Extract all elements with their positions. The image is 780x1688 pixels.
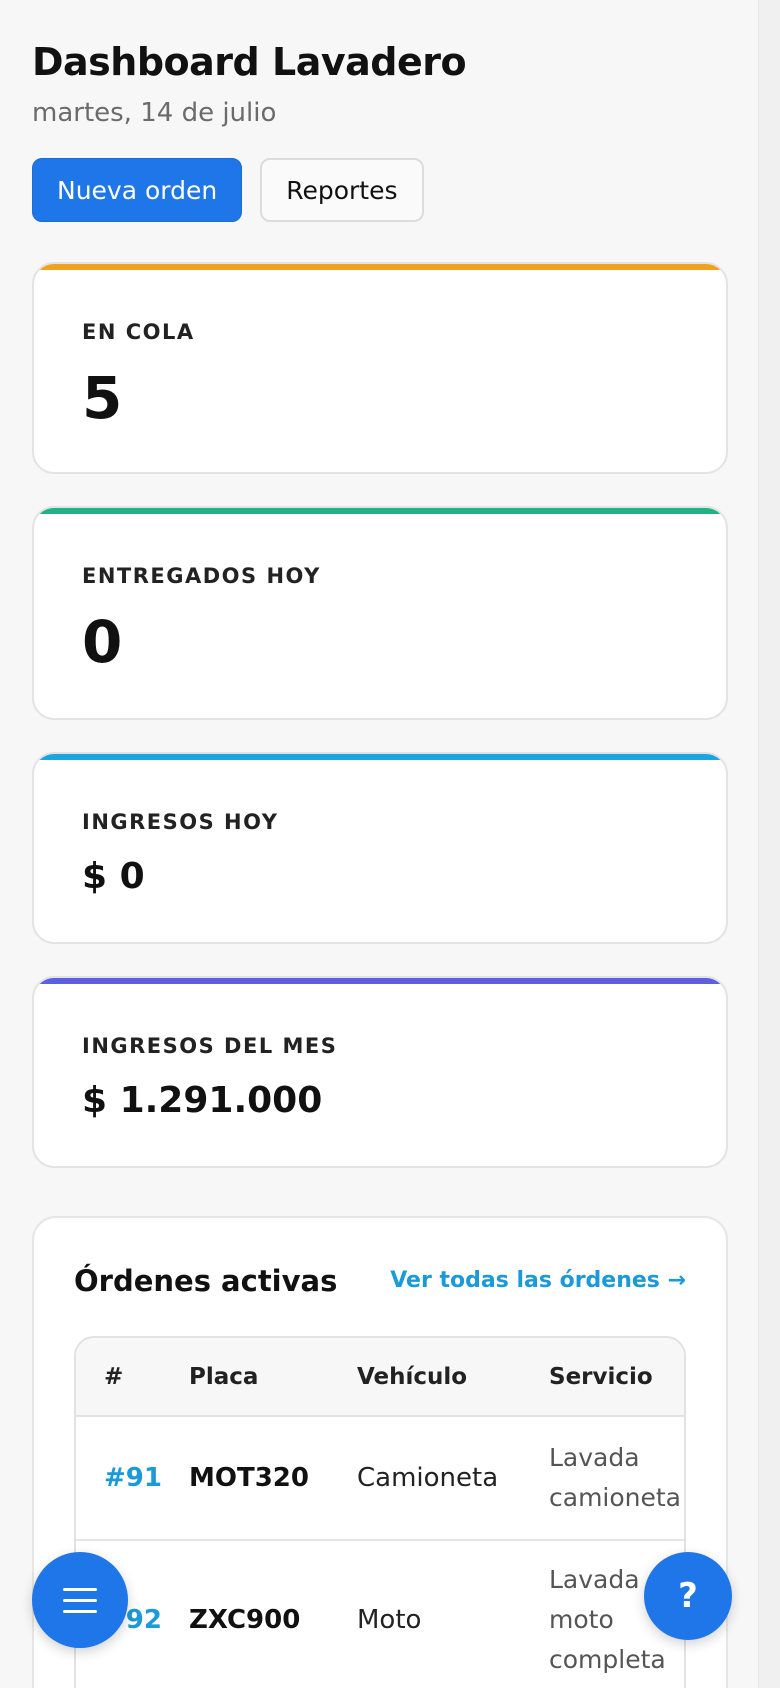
stat-value: 5 <box>82 364 123 432</box>
stat-card-entregados-hoy: ENTREGADOS HOY 0 <box>32 506 728 720</box>
help-icon: ? <box>678 1576 698 1616</box>
new-order-button[interactable]: Nueva orden <box>32 158 243 222</box>
help-fab-button[interactable]: ? <box>644 1552 732 1640</box>
stat-value: 0 <box>82 608 123 676</box>
column-header-number[interactable]: # <box>76 1338 189 1417</box>
view-all-orders-link[interactable]: Ver todas las órdenes → <box>390 1268 686 1293</box>
stat-card-ingresos-hoy: INGRESOS HOY $ 0 <box>32 752 728 944</box>
stat-card-accent <box>34 508 726 514</box>
stat-label: INGRESOS HOY <box>82 810 279 834</box>
table-row[interactable]: #91 MOT320 Camioneta Lavada camioneta <box>76 1416 684 1541</box>
table-row[interactable]: #92 ZXC900 Moto Lavada moto completa <box>76 1540 684 1688</box>
page-header: Dashboard Lavadero martes, 14 de julio <box>32 40 467 128</box>
order-number-link[interactable]: #91 <box>104 1463 162 1493</box>
column-header-vehiculo[interactable]: Vehículo <box>357 1338 549 1417</box>
stat-card-accent <box>34 754 726 760</box>
stat-value: $ 0 <box>82 856 145 897</box>
order-servicio: Lavada camioneta <box>549 1443 682 1512</box>
stat-card-accent <box>34 978 726 984</box>
header-actions: Nueva orden Reportes <box>32 158 424 222</box>
stat-label: INGRESOS DEL MES <box>82 1034 338 1058</box>
order-vehiculo: Camioneta <box>357 1463 499 1493</box>
active-orders-title: Órdenes activas <box>74 1264 338 1298</box>
orders-table-container[interactable]: # Placa Vehículo Servicio #91 MOT320 Cam… <box>74 1336 686 1688</box>
order-servicio: Lavada moto completa <box>549 1565 666 1674</box>
stat-card-ingresos-del-mes: INGRESOS DEL MES $ 1.291.000 <box>32 976 728 1168</box>
orders-table: # Placa Vehículo Servicio #91 MOT320 Cam… <box>76 1338 684 1688</box>
scrollbar[interactable] <box>758 0 780 1688</box>
stat-label: ENTREGADOS HOY <box>82 564 321 588</box>
menu-icon <box>63 1587 97 1613</box>
page-date: martes, 14 de julio <box>32 98 277 128</box>
menu-fab-button[interactable] <box>32 1552 128 1648</box>
active-orders-panel: Órdenes activas Ver todas las órdenes → … <box>32 1216 728 1688</box>
stat-card-en-cola: EN COLA 5 <box>32 262 728 474</box>
stat-value: $ 1.291.000 <box>82 1080 323 1121</box>
reports-button[interactable]: Reportes <box>260 158 424 222</box>
column-header-servicio[interactable]: Servicio <box>549 1338 684 1417</box>
table-header-row: # Placa Vehículo Servicio <box>76 1338 684 1417</box>
order-placa: ZXC900 <box>189 1605 301 1635</box>
page-title: Dashboard Lavadero <box>32 40 467 84</box>
order-placa: MOT320 <box>189 1463 309 1493</box>
dashboard-page: Dashboard Lavadero martes, 14 de julio N… <box>0 0 780 1688</box>
stat-card-accent <box>34 264 726 270</box>
stat-label: EN COLA <box>82 320 195 344</box>
column-header-placa[interactable]: Placa <box>189 1338 357 1417</box>
order-vehiculo: Moto <box>357 1605 422 1635</box>
